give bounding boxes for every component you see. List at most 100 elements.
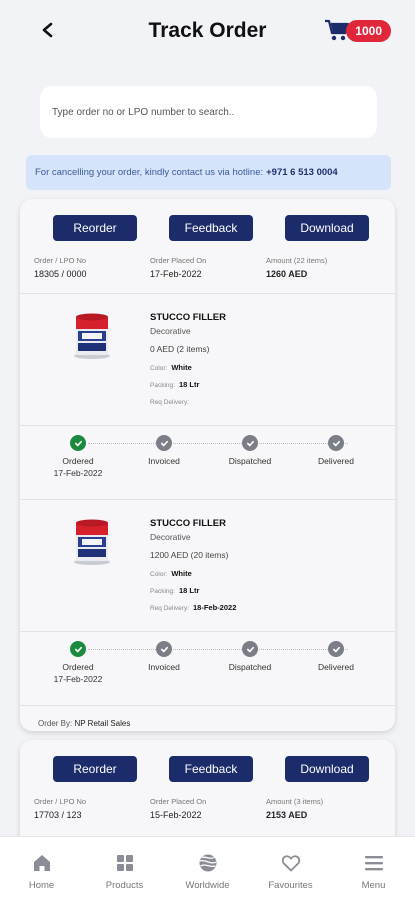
order-meta: Order / LPO No 17703 / 123 Order Placed …: [20, 782, 395, 820]
nav-label: Products: [105, 880, 144, 891]
cancel-notice: For cancelling your order, kindly contac…: [26, 155, 391, 190]
amount-value: 1260 AED: [266, 269, 308, 279]
amount-label: Amount (3 items): [266, 797, 324, 806]
check-icon: [242, 641, 258, 657]
nav-favourites[interactable]: Favourites: [251, 837, 331, 900]
check-icon: [328, 435, 344, 451]
search-box: [40, 86, 377, 138]
order-by-label: Order By:: [38, 719, 73, 728]
nav-home[interactable]: Home: [2, 837, 82, 900]
nav-worldwide[interactable]: Worldwide: [168, 837, 248, 900]
color-row: Color: White: [150, 569, 192, 578]
step-delivered: Delivered: [296, 641, 376, 672]
lpo-label: Order / LPO No: [34, 256, 87, 265]
product-price: 1200 AED (20 items): [150, 550, 229, 560]
nav-menu[interactable]: Menu: [334, 837, 414, 900]
heart-icon: [281, 855, 300, 872]
delivery-label: Req Delivery:: [150, 399, 190, 406]
step-label: Invoiced: [148, 662, 180, 672]
check-icon: [328, 641, 344, 657]
arrow-left-icon[interactable]: [36, 16, 60, 44]
step-label: Delivered: [318, 662, 354, 672]
product-name: STUCCO FILLER: [150, 518, 226, 529]
packing-value: 18 Ltr: [178, 380, 200, 389]
step-label: Ordered: [62, 456, 94, 466]
lpo-value: 18305 / 0000: [34, 269, 87, 279]
download-button[interactable]: Download: [285, 215, 369, 241]
hotline-number[interactable]: +971 6 513 0004: [266, 167, 338, 178]
step-date: 17-Feb-2022: [53, 468, 103, 478]
color-value: White: [171, 569, 192, 578]
lpo-value: 17703 / 123: [34, 810, 82, 820]
delivery-row: Req Delivery:: [150, 397, 193, 406]
amount-value: 2153 AED: [266, 810, 308, 820]
paint-bucket-image: [74, 519, 110, 565]
status-tracker: Ordered 17-Feb-2022 Invoiced Dispatched …: [20, 426, 395, 499]
paint-bucket-image: [74, 313, 110, 359]
cart-button[interactable]: 1000: [324, 18, 391, 42]
check-icon: [156, 641, 172, 657]
bottom-nav: Home Products Worldwide Favourites Menu: [0, 836, 415, 900]
step-label: Delivered: [318, 456, 354, 466]
color-row: Color: White: [150, 363, 192, 372]
cart-badge: 1000: [346, 20, 391, 42]
step-dispatched: Dispatched: [210, 641, 290, 672]
step-invoiced: Invoiced: [124, 435, 204, 466]
nav-products[interactable]: Products: [85, 837, 165, 900]
nav-label: Worldwide: [185, 880, 230, 891]
packing-value: 18 Ltr: [178, 586, 200, 595]
step-date: 17-Feb-2022: [53, 674, 103, 684]
order-by: Order By: NP Retail Sales: [20, 706, 395, 728]
product-name: STUCCO FILLER: [150, 312, 226, 323]
step-ordered: Ordered 17-Feb-2022: [38, 641, 118, 684]
amount-label: Amount (22 items): [266, 256, 328, 265]
grid-icon: [116, 855, 133, 871]
packing-row: Packing: 18 Ltr: [150, 380, 199, 389]
reorder-button[interactable]: Reorder: [53, 756, 137, 782]
color-label: Color:: [150, 571, 168, 578]
product-price: 0 AED (2 items): [150, 344, 210, 354]
check-icon: [70, 435, 86, 451]
nav-label: Menu: [361, 880, 386, 891]
placed-label: Order Placed On: [150, 797, 207, 806]
order-meta: Order / LPO No 18305 / 0000 Order Placed…: [20, 241, 395, 279]
check-icon: [70, 641, 86, 657]
placed-value: 15-Feb-2022: [150, 810, 202, 820]
product-category: Decorative: [150, 532, 191, 542]
reorder-button[interactable]: Reorder: [53, 215, 137, 241]
step-delivered: Delivered: [296, 435, 376, 466]
top-bar: Track Order 1000: [0, 0, 415, 62]
order-card: Reorder Feedback Download Order / LPO No…: [20, 199, 395, 731]
color-value: White: [171, 363, 192, 372]
notice-text: For cancelling your order, kindly contac…: [35, 167, 264, 178]
step-ordered: Ordered 17-Feb-2022: [38, 435, 118, 478]
feedback-button[interactable]: Feedback: [169, 215, 253, 241]
packing-row: Packing: 18 Ltr: [150, 586, 199, 595]
feedback-button[interactable]: Feedback: [169, 756, 253, 782]
packing-label: Packing:: [150, 382, 175, 389]
color-label: Color:: [150, 365, 168, 372]
nav-label: Favourites: [268, 880, 313, 891]
delivery-label: Req Delivery:: [150, 605, 190, 612]
packing-label: Packing:: [150, 588, 175, 595]
search-input[interactable]: [52, 106, 377, 118]
delivery-row: Req Delivery: 18-Feb-2022: [150, 603, 236, 612]
globe-icon: [199, 854, 216, 872]
step-label: Dispatched: [228, 456, 272, 466]
order-by-value: NP Retail Sales: [74, 719, 131, 728]
step-dispatched: Dispatched: [210, 435, 290, 466]
home-icon: [33, 855, 50, 871]
order-item[interactable]: STUCCO FILLER Decorative 0 AED (2 items)…: [20, 294, 395, 425]
placed-value: 17-Feb-2022: [150, 269, 202, 279]
delivery-value: 18-Feb-2022: [193, 603, 237, 612]
step-invoiced: Invoiced: [124, 641, 204, 672]
placed-label: Order Placed On: [150, 256, 207, 265]
download-button[interactable]: Download: [285, 756, 369, 782]
menu-icon: [364, 856, 383, 871]
check-icon: [242, 435, 258, 451]
product-category: Decorative: [150, 326, 191, 336]
step-label: Invoiced: [148, 456, 180, 466]
page-title: Track Order: [148, 19, 267, 42]
status-tracker: Ordered 17-Feb-2022 Invoiced Dispatched …: [20, 632, 395, 705]
order-item[interactable]: STUCCO FILLER Decorative 1200 AED (20 it…: [20, 500, 395, 631]
